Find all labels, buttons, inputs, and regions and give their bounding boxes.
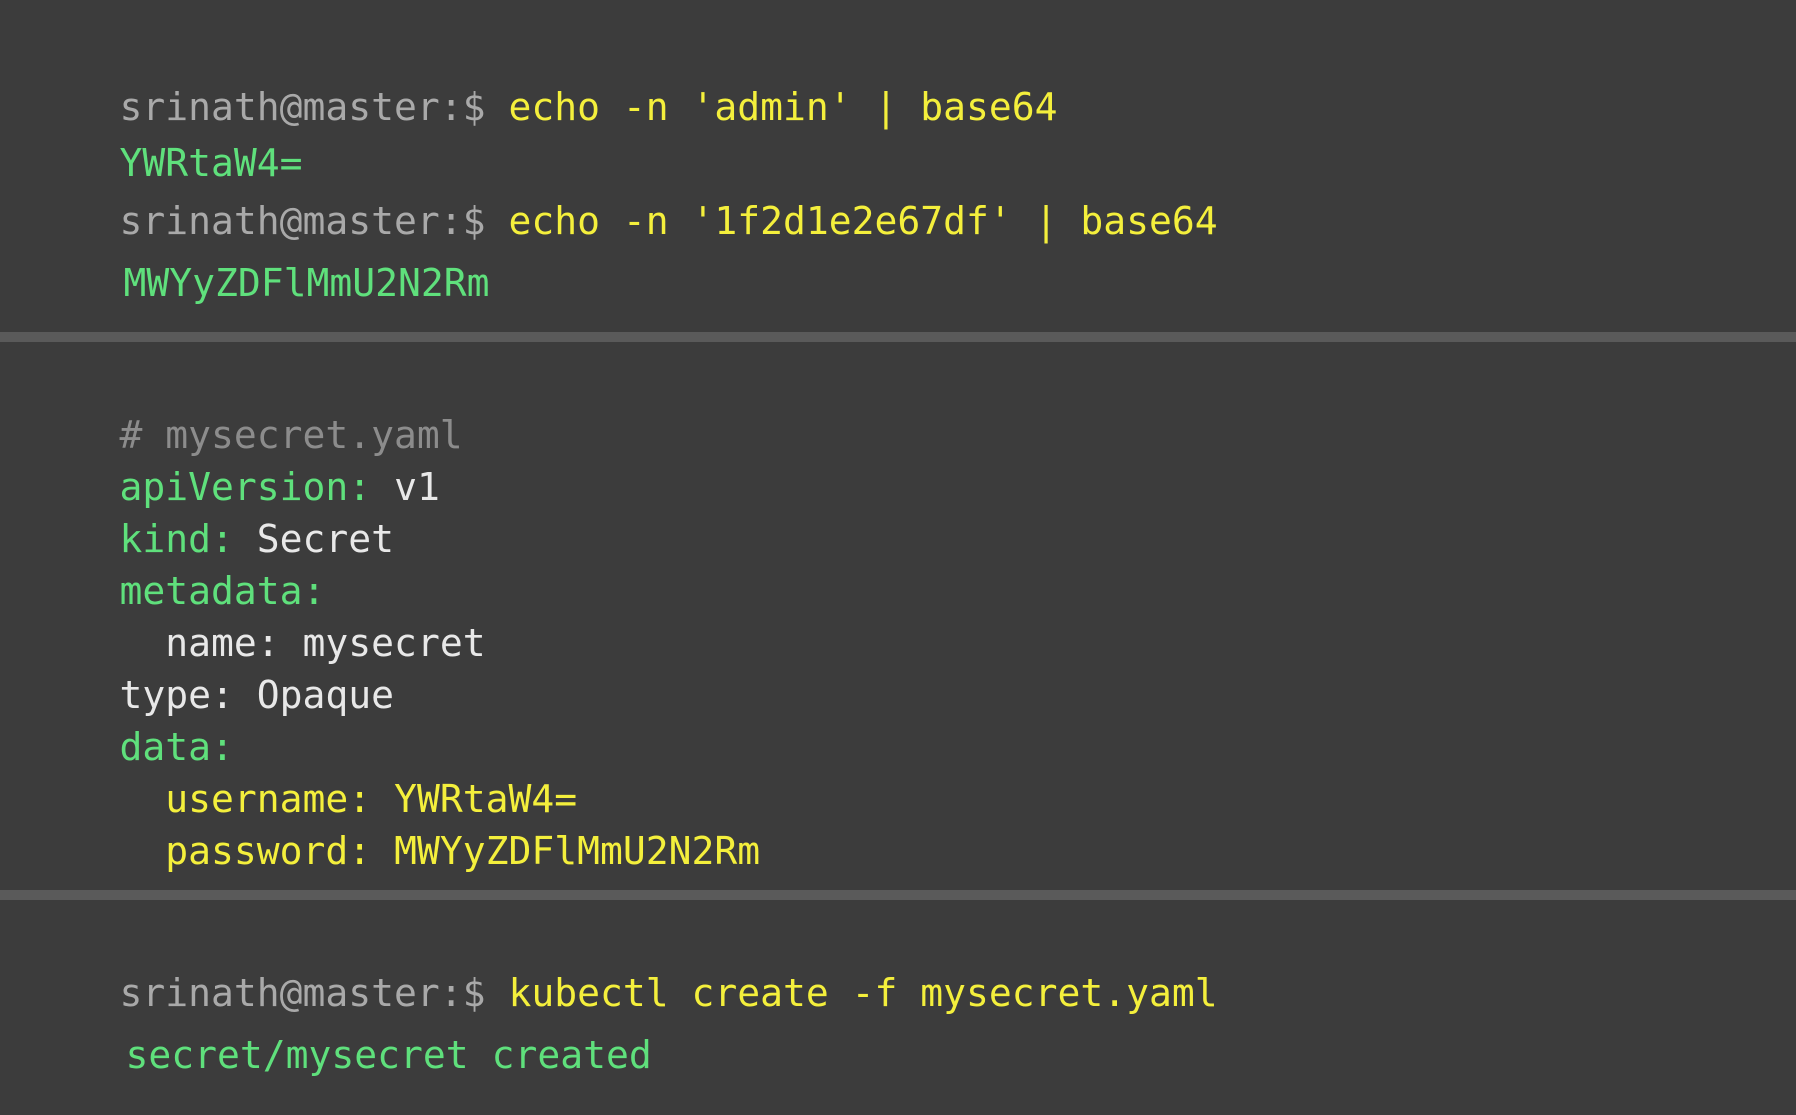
yaml-value: MWYyZDFlMmU2N2Rm	[371, 829, 761, 873]
yaml-panel: # mysecret.yaml apiVersion: v1 kind: Sec…	[0, 342, 1796, 890]
terminal-panel-create: srinath@master:$ kubectl create -f mysec…	[0, 900, 1796, 1074]
terminal-output-2: MWYyZDFlMmU2N2Rm	[32, 226, 490, 340]
terminal-output-kubectl: secret/mysecret created	[34, 998, 652, 1112]
terminal-panel-encode: srinath@master:$ echo -n 'admin' | base6…	[0, 0, 1796, 332]
panel-separator	[0, 890, 1796, 900]
yaml-value: Opaque	[233, 673, 395, 717]
panel-separator	[0, 332, 1796, 342]
command-output: secret/mysecret created	[125, 1033, 652, 1077]
command-output: MWYyZDFlMmU2N2Rm	[123, 261, 490, 305]
shell-command: echo -n '1f2d1e2e67df' | base64	[485, 199, 1218, 243]
yaml-key: password:	[119, 829, 372, 873]
shell-command: echo -n 'admin' | base64	[485, 85, 1058, 129]
